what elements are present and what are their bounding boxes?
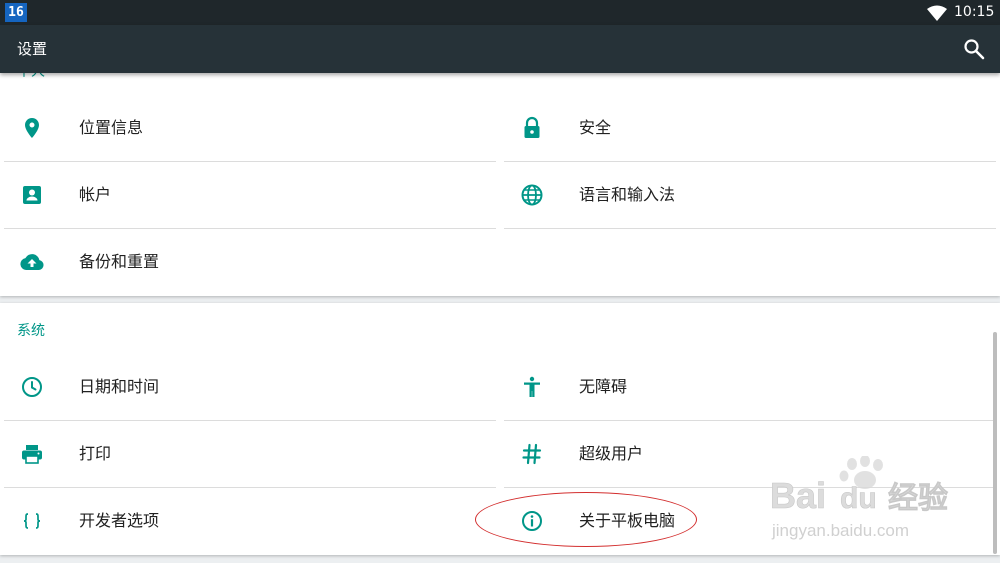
- settings-item-label: 开发者选项: [79, 511, 160, 530]
- clock-icon: [22, 377, 42, 397]
- settings-item-developer-options[interactable]: 开发者选项: [4, 488, 496, 554]
- lock-icon: [524, 116, 540, 138]
- settings-item-backup[interactable]: 备份和重置: [4, 229, 496, 295]
- section-title-system: 系统: [17, 323, 45, 339]
- scrollbar[interactable]: [993, 332, 997, 554]
- globe-icon: [521, 184, 543, 206]
- wifi-icon: [927, 5, 947, 21]
- braces-icon: [23, 513, 41, 529]
- settings-item-superuser[interactable]: 超级用户: [504, 421, 996, 487]
- status-bar: 16 10:15: [0, 0, 1000, 25]
- settings-item-label: 打印: [79, 444, 112, 463]
- printer-icon: [22, 445, 42, 464]
- settings-item-label: 帐户: [79, 185, 112, 204]
- search-icon[interactable]: [962, 37, 986, 61]
- settings-item-accounts[interactable]: 帐户: [4, 162, 496, 228]
- settings-item-security[interactable]: 安全: [504, 95, 996, 161]
- settings-item-label: 无障碍: [579, 377, 628, 396]
- settings-item-about-tablet[interactable]: 关于平板电脑: [504, 488, 996, 554]
- page-title: 设置: [17, 40, 48, 58]
- settings-item-language[interactable]: 语言和输入法: [504, 162, 996, 228]
- info-icon: [522, 511, 542, 531]
- settings-item-label: 日期和时间: [79, 377, 160, 396]
- settings-item-printing[interactable]: 打印: [4, 421, 496, 487]
- clock-time: 10:15: [954, 4, 995, 20]
- settings-item-label: 位置信息: [79, 118, 144, 137]
- notification-badge: 16: [5, 3, 27, 22]
- settings-item-accessibility[interactable]: 无障碍: [504, 354, 996, 420]
- system-section: 系统 日期和时间 无障碍 打印 超级用户 开发者选项 关于平板电脑: [0, 303, 1000, 555]
- divider: [504, 228, 996, 229]
- settings-item-location[interactable]: 位置信息: [4, 95, 496, 161]
- settings-item-label: 关于平板电脑: [579, 511, 676, 530]
- cloud-upload-icon: [20, 254, 44, 270]
- settings-item-label: 备份和重置: [79, 252, 160, 271]
- personal-section: 个人 位置信息 安全 帐户 语言和输入法: [0, 73, 1000, 296]
- settings-item-label: 语言和输入法: [579, 185, 676, 204]
- app-toolbar: 设置: [0, 25, 1000, 73]
- location-icon: [25, 118, 39, 138]
- settings-item-label: 超级用户: [579, 444, 644, 463]
- settings-item-label: 安全: [579, 118, 612, 137]
- settings-item-date-time[interactable]: 日期和时间: [4, 354, 496, 420]
- section-title-personal: 个人: [17, 73, 45, 81]
- account-icon: [23, 186, 41, 204]
- hash-icon: [522, 443, 542, 465]
- accessibility-icon: [524, 376, 540, 397]
